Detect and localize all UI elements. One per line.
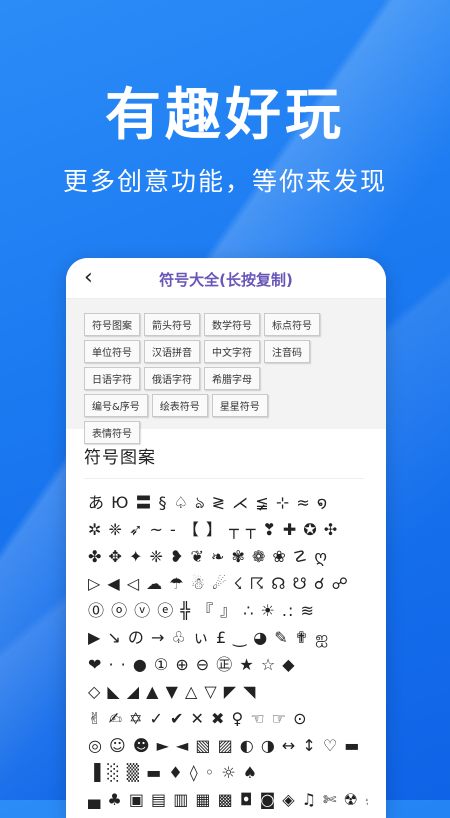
category-arrows[interactable]: 箭头符号 xyxy=(144,313,200,336)
symbol-grid: あ Ю 〓 § ♤ ঌ ≷ ⋌ ≨ ⊹ ≈ ໑ ✲ ❈ ➶ ~ - 【 】 ┬ … xyxy=(66,479,386,813)
symbol-row[interactable]: ▐ ░ ▒ ▬ ♦ ◊ ◦ ☼ ♠ xyxy=(88,759,368,786)
category-panel: 符号图案 箭头符号 数学符号 标点符号 单位符号 汉语拼音 中文字符 注音码 日… xyxy=(66,299,386,444)
category-russian[interactable]: 俄语字符 xyxy=(144,367,200,390)
category-zhuyin[interactable]: 注音码 xyxy=(264,340,310,363)
category-greek[interactable]: 希腊字母 xyxy=(204,367,260,390)
category-list: 符号图案 箭头符号 数学符号 标点符号 单位符号 汉语拼音 中文字符 注音码 日… xyxy=(84,313,324,448)
symbol-row[interactable]: ✌ ✍ ✡ ✓ ✔ ✕ ✖ ♀ ☜ ☞ ⊙ xyxy=(88,705,368,732)
category-symbol-patterns[interactable]: 符号图案 xyxy=(84,313,140,336)
category-japanese[interactable]: 日语字符 xyxy=(84,367,140,390)
symbol-row[interactable]: ◇ ◣ ◢ ▲ ▼ △ ▽ ◤ ◥ xyxy=(88,678,368,705)
app-bar: ‹ 符号大全(长按复制) xyxy=(66,258,386,299)
category-numbering[interactable]: 编号&序号 xyxy=(84,394,148,417)
symbol-row[interactable]: ✤ ✥ ✦ ❈ ❥ ❦ ❧ ✾ ❁ ❀ ☡ ღ xyxy=(88,543,368,570)
hero-title: 有趣好玩 xyxy=(105,83,345,148)
category-box-drawing[interactable]: 绘表符号 xyxy=(151,394,208,417)
category-punctuation[interactable]: 标点符号 xyxy=(264,313,320,336)
category-chinese[interactable]: 中文字符 xyxy=(204,340,260,363)
symbol-row[interactable]: ▷ ◀ ◁ ☁ ☂ ☃ ☄ ☇ ☈ ☊ ☋ ☌ ☍ xyxy=(88,570,368,597)
app-title: 符号大全(长按复制) xyxy=(159,271,293,289)
phone-mockup: ‹ 符号大全(长按复制) 符号图案 箭头符号 数学符号 标点符号 单位符号 汉语… xyxy=(66,258,386,818)
symbol-row[interactable]: あ Ю 〓 § ♤ ঌ ≷ ⋌ ≨ ⊹ ≈ ໑ xyxy=(88,489,368,516)
symbol-row[interactable]: ▶ ↘ の → ♧ ぃ £ ‿ ◕ ✎ ✟ ஐ xyxy=(88,624,368,651)
category-units[interactable]: 单位符号 xyxy=(84,340,140,363)
symbol-row[interactable]: ⓪ ⓞ ⓥ ⓔ ╬ 『 』 ∴ ☀ .: ≋ xyxy=(88,597,368,624)
symbol-row[interactable]: ❤ · · ● ① ⊕ ⊖ ㊣ ★ ☆ ◆ xyxy=(88,651,368,678)
category-emoticons[interactable]: 表情符号 xyxy=(84,421,140,444)
section-title: 符号图案 xyxy=(84,443,364,479)
category-stars[interactable]: 星星符号 xyxy=(211,394,268,417)
hero-subtitle: 更多创意功能，等你来发现 xyxy=(62,167,387,196)
symbol-row[interactable]: ✲ ❈ ➶ ~ - 【 】 ┬ ┬ ❣ ✚ ✪ ✣ xyxy=(88,516,368,543)
category-pinyin[interactable]: 汉语拼音 xyxy=(144,340,200,363)
symbol-row[interactable]: ◎ ☺ ☻ ► ◄ ▧ ▨ ◐ ◑ ↔ ↕ ♡ ▬ xyxy=(88,732,368,759)
category-math[interactable]: 数学符号 xyxy=(204,313,260,336)
